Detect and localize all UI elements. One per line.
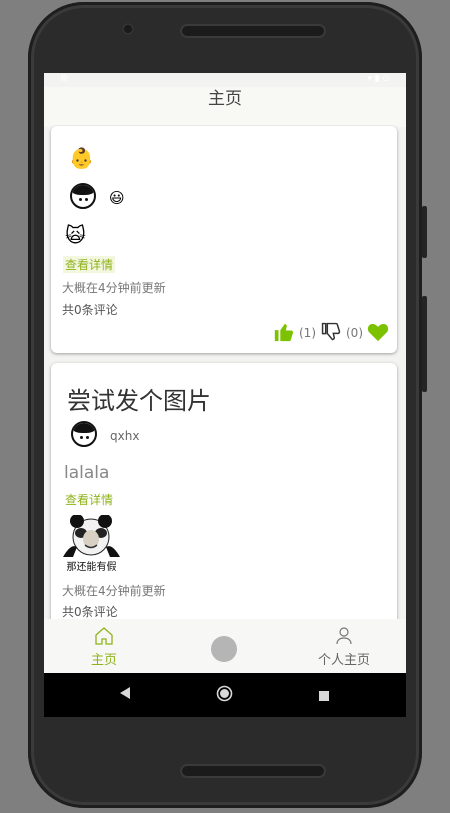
recents-square-icon[interactable] (318, 687, 330, 706)
post-title: 尝试发个图片 (67, 387, 211, 415)
app-bar: 主页 (44, 87, 406, 127)
app-screen: ⚙ ▾ ▮ ⊙ 主页 👶 😃 🙀 查看详情 大概在4分钟前更新 共0条评论 (1… (44, 73, 406, 717)
reaction-bar: (1) (0) (273, 321, 389, 345)
comment-count: 共0条评论 (62, 303, 118, 317)
post-card[interactable]: 尝试发个图片 qxhx lalala 查看详情 那还能有假 大概在4分钟前更新 … (51, 363, 397, 619)
page-title: 主页 (208, 89, 242, 109)
tab-profile[interactable]: 个人主页 (314, 627, 374, 668)
tab-home-label: 主页 (90, 653, 117, 668)
cat-emoji: 🙀 (65, 223, 86, 247)
panda-meme-image (63, 514, 120, 557)
volume-button (422, 296, 427, 392)
thumbs-up-icon[interactable] (273, 321, 295, 346)
comment-count: 共0条评论 (62, 605, 118, 619)
smiley-emoji: 😃 (109, 189, 125, 207)
top-speaker (180, 24, 326, 38)
tab-home[interactable]: 主页 (84, 627, 124, 668)
view-details-link[interactable]: 查看详情 (65, 491, 113, 508)
post-image[interactable]: 那还能有假 (63, 514, 120, 573)
dislikes-count: (0) (346, 326, 363, 340)
bottom-navigation: 主页 个人主页 (44, 619, 406, 673)
image-caption: 那还能有假 (66, 562, 117, 573)
updated-time: 大概在4分钟前更新 (62, 281, 166, 295)
home-circle-icon[interactable] (216, 685, 233, 706)
back-icon[interactable] (118, 685, 132, 705)
post-card[interactable]: 👶 😃 🙀 查看详情 大概在4分钟前更新 共0条评论 (1) (0) (51, 126, 397, 353)
view-details-link[interactable]: 查看详情 (63, 256, 116, 273)
tab-profile-label: 个人主页 (317, 653, 370, 668)
person-icon (336, 627, 352, 645)
status-bar: ⚙ ▾ ▮ ⊙ (44, 73, 406, 87)
author-avatar[interactable] (71, 421, 97, 447)
author-avatar[interactable] (70, 183, 96, 209)
status-icons: ▾ ▮ ⊙ (367, 74, 390, 84)
notification-icon: ⚙ (60, 74, 69, 84)
home-icon (95, 627, 113, 645)
likes-count: (1) (299, 326, 316, 340)
baby-emoji: 👶 (69, 146, 94, 170)
updated-time: 大概在4分钟前更新 (62, 584, 166, 598)
post-body: lalala (64, 463, 110, 483)
power-button (422, 206, 427, 258)
bottom-speaker (180, 764, 326, 778)
thumbs-down-icon[interactable] (320, 321, 342, 346)
center-action-button[interactable] (211, 636, 237, 662)
feed-list[interactable]: 👶 😃 🙀 查看详情 大概在4分钟前更新 共0条评论 (1) (0) 尝试发个图… (44, 125, 406, 619)
author-username[interactable]: qxhx (110, 429, 139, 443)
heart-icon[interactable] (367, 322, 389, 345)
system-navigation-bar (44, 673, 406, 717)
front-camera (122, 23, 134, 35)
